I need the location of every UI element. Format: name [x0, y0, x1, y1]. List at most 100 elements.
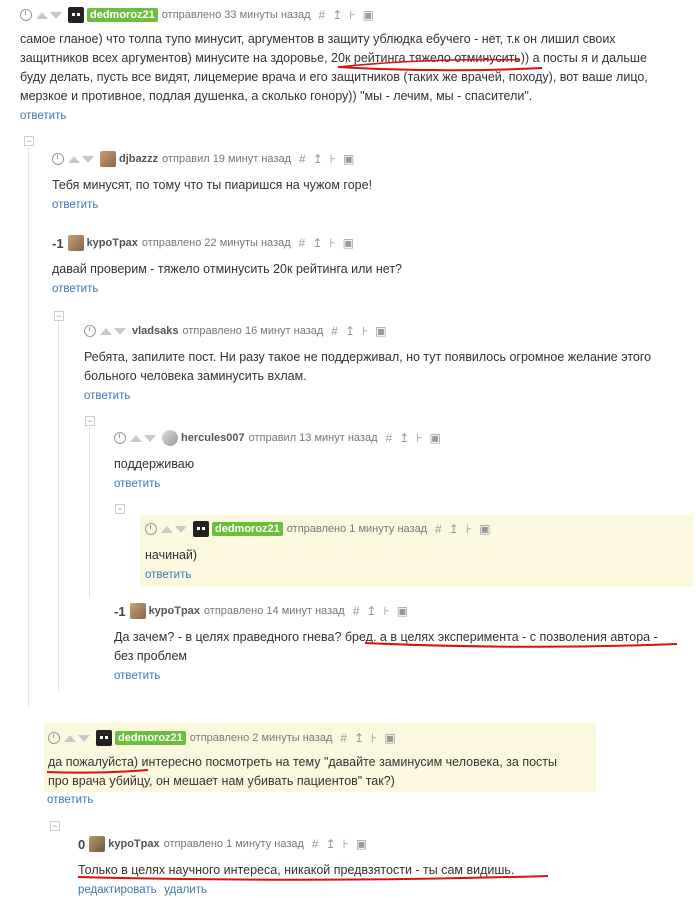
share-icon[interactable]: ↥ [313, 152, 323, 166]
timestamp: отправлено 16 минут назад [182, 325, 324, 337]
reply-link[interactable]: ответить [145, 569, 191, 581]
save-icon[interactable]: ▣ [356, 837, 367, 851]
collapse-toggle[interactable]: − [50, 821, 60, 831]
tree-icon[interactable]: ⊦ [343, 837, 349, 851]
avatar[interactable] [96, 730, 112, 746]
timestamp: отправлено 33 минуты назад [161, 9, 311, 21]
vote-down-icon[interactable] [82, 155, 94, 163]
reply-link[interactable]: ответить [52, 199, 98, 211]
thread-line [28, 148, 29, 708]
share-icon[interactable]: ↥ [366, 604, 376, 618]
hash-icon[interactable]: # [386, 431, 393, 445]
delete-link[interactable]: удалить [164, 884, 207, 896]
hash-icon[interactable]: # [312, 837, 319, 851]
comment-new: dedmoroz21 отправлено 2 минуты назад # ↥… [44, 722, 596, 792]
comment: hercules007 отправил 13 минут назад # ↥ … [114, 429, 684, 492]
share-icon[interactable]: ↥ [345, 324, 355, 338]
save-icon[interactable]: ▣ [343, 152, 354, 166]
save-icon[interactable]: ▣ [363, 8, 374, 22]
comment-meta: hercules007 отправил 13 минут назад # ↥ … [114, 429, 684, 447]
comment-new: dedmoroz21 отправлено 1 минуту назад # ↥… [140, 515, 694, 587]
vote-up-icon[interactable] [64, 734, 76, 742]
vote-up-icon[interactable] [100, 327, 112, 335]
share-icon[interactable]: ↥ [449, 522, 459, 536]
hash-icon[interactable]: # [353, 604, 360, 618]
share-icon[interactable]: ↥ [326, 837, 336, 851]
reply-link[interactable]: ответить [52, 283, 98, 295]
save-icon[interactable]: ▣ [430, 431, 441, 445]
username[interactable]: kypoTpax [108, 838, 159, 850]
username[interactable]: dedmoroz21 [87, 8, 158, 22]
username[interactable]: kypoTpax [149, 605, 200, 617]
collapse-toggle[interactable]: − [54, 311, 64, 321]
save-icon[interactable]: ▣ [397, 604, 408, 618]
tree-icon[interactable]: ⊦ [466, 522, 472, 536]
vote-down-icon[interactable] [175, 525, 187, 533]
vote-down-icon[interactable] [114, 327, 126, 335]
tree-icon[interactable]: ⊦ [329, 236, 335, 250]
timestamp: отправлено 1 минуту назад [286, 523, 428, 535]
username[interactable]: kypoTpax [87, 237, 138, 249]
avatar[interactable] [193, 521, 209, 537]
comment-meta: -1 kypoTpax отправлено 14 минут назад # … [114, 602, 684, 620]
username[interactable]: dedmoroz21 [115, 731, 186, 745]
reply-link[interactable]: ответить [84, 390, 130, 402]
hash-icon[interactable]: # [299, 152, 306, 166]
username[interactable]: dedmoroz21 [212, 522, 283, 536]
share-icon[interactable]: ↥ [332, 8, 342, 22]
vote-up-icon[interactable] [130, 434, 142, 442]
vote-up-icon[interactable] [68, 155, 80, 163]
hash-icon[interactable]: # [435, 522, 442, 536]
clock-icon [48, 732, 60, 744]
tree-icon[interactable]: ⊦ [383, 604, 389, 618]
tree-icon[interactable]: ⊦ [416, 431, 422, 445]
collapse-toggle[interactable]: − [85, 416, 95, 426]
save-icon[interactable]: ▣ [479, 522, 490, 536]
hash-icon[interactable]: # [340, 731, 347, 745]
tree-icon[interactable]: ⊦ [371, 731, 377, 745]
avatar[interactable] [68, 7, 84, 23]
hash-icon[interactable]: # [331, 324, 338, 338]
tree-icon[interactable]: ⊦ [349, 8, 355, 22]
reply-link[interactable]: ответить [114, 478, 160, 490]
comment-meta: dedmoroz21 отправлено 2 минуты назад # ↥… [48, 729, 596, 747]
reply-link[interactable]: ответить [47, 794, 93, 806]
vote-up-icon[interactable] [161, 525, 173, 533]
vote-down-icon[interactable] [144, 434, 156, 442]
hash-icon[interactable]: # [319, 8, 326, 22]
share-icon[interactable]: ↥ [312, 236, 322, 250]
tree-icon[interactable]: ⊦ [362, 324, 368, 338]
username[interactable]: djbazzz [119, 153, 158, 165]
avatar[interactable] [89, 836, 106, 852]
avatar[interactable] [67, 235, 84, 251]
avatar[interactable] [162, 430, 178, 446]
username[interactable]: vladsaks [132, 325, 178, 337]
avatar[interactable] [100, 151, 116, 167]
clock-icon [145, 523, 157, 535]
save-icon[interactable]: ▣ [343, 236, 354, 250]
vote-up-icon[interactable] [36, 11, 48, 19]
comment-meta: dedmoroz21 отправлено 1 минуту назад # ↥… [145, 520, 694, 538]
collapse-toggle[interactable]: − [24, 136, 34, 146]
vote-down-icon[interactable] [78, 734, 90, 742]
share-icon[interactable]: ↥ [399, 431, 409, 445]
reply-link[interactable]: ответить [114, 670, 160, 682]
avatar[interactable] [129, 603, 146, 619]
vote-down-icon[interactable] [50, 11, 62, 19]
timestamp: отправлено 14 минут назад [203, 605, 345, 617]
save-icon[interactable]: ▣ [375, 324, 386, 338]
comment-rating: 0 [78, 836, 86, 852]
collapse-toggle[interactable]: − [115, 504, 125, 514]
reply-link[interactable]: ответить [20, 110, 66, 122]
username[interactable]: hercules007 [181, 432, 245, 444]
thread-line [58, 322, 59, 692]
tree-icon[interactable]: ⊦ [330, 152, 336, 166]
save-icon[interactable]: ▣ [384, 731, 395, 745]
share-icon[interactable]: ↥ [354, 731, 364, 745]
hash-icon[interactable]: # [299, 236, 306, 250]
clock-icon [52, 153, 64, 165]
comment-text: давай проверим - тяжело отминусить 20к р… [52, 262, 402, 276]
comment-meta: 0 kypoTpax отправлено 1 минуту назад # ↥… [78, 835, 678, 853]
edit-link[interactable]: редактировать [78, 884, 157, 896]
comment: djbazzz отправил 19 минут назад # ↥ ⊦ ▣ … [52, 150, 682, 213]
